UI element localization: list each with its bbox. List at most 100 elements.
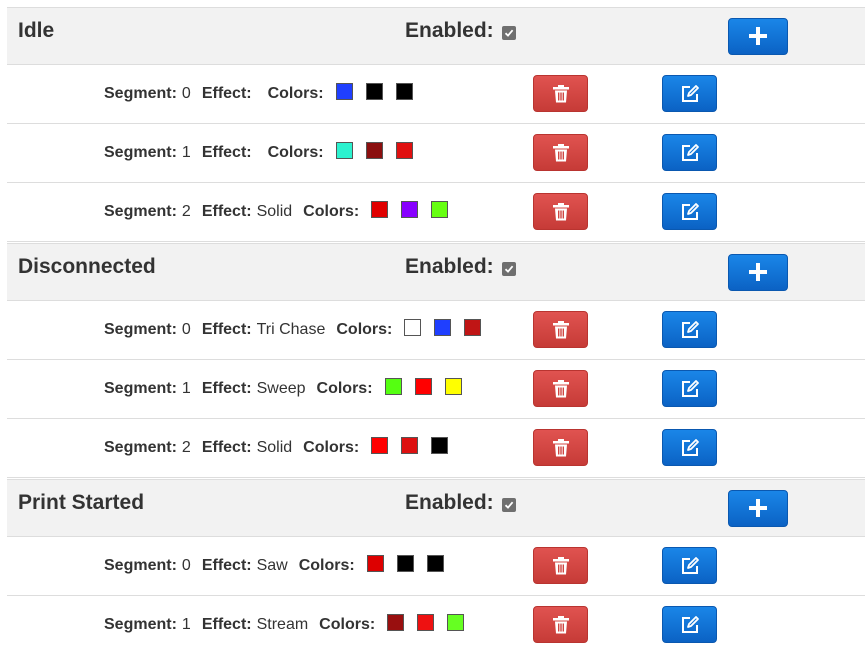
enabled-control: Enabled:	[405, 19, 516, 43]
edit-icon	[682, 557, 699, 574]
segment-info: Segment: 1 Effect: Sweep Colors:	[104, 360, 475, 418]
group-name: Print Started	[18, 491, 145, 514]
group-header: Disconnected Enabled:	[7, 243, 865, 301]
delete-segment-button[interactable]	[533, 311, 588, 348]
trash-icon	[553, 203, 569, 221]
segment-label: Segment:	[104, 144, 177, 161]
edit-segment-button[interactable]	[662, 606, 717, 643]
colors-label: Colors:	[336, 321, 393, 338]
color-swatch	[366, 554, 384, 572]
plus-icon	[749, 499, 767, 517]
effect-label: Effect:	[201, 144, 252, 161]
segment-info: Segment: 0 Effect: Colors:	[104, 65, 426, 123]
group-header: Idle Enabled:	[7, 7, 865, 65]
colors-label: Colors:	[298, 557, 355, 574]
color-swatch	[395, 82, 413, 100]
add-segment-button[interactable]	[728, 18, 788, 55]
effect-label: Effect:	[201, 557, 252, 574]
color-swatches	[404, 318, 494, 336]
delete-segment-button[interactable]	[533, 547, 588, 584]
enabled-checkbox[interactable]	[501, 26, 516, 40]
segment-label: Segment:	[104, 439, 177, 456]
segment-info: Segment: 1 Effect: Stream Colors:	[104, 596, 477, 653]
color-swatch	[387, 613, 405, 631]
edit-icon	[682, 203, 699, 220]
enabled-label: Enabled:	[405, 255, 494, 278]
segment-number: 1	[181, 616, 191, 633]
segment-row: Segment: 1 Effect: Stream Colors:	[7, 596, 865, 653]
trash-icon	[553, 439, 569, 457]
segment-row: Segment: 2 Effect: Solid Colors:	[7, 419, 865, 478]
color-swatch	[426, 554, 444, 572]
trash-icon	[553, 144, 569, 162]
checkmark-icon	[504, 29, 513, 37]
segment-info: Segment: 1 Effect: Colors:	[104, 124, 426, 182]
edit-segment-button[interactable]	[662, 370, 717, 407]
segment-row: Segment: 1 Effect: Colors:	[7, 124, 865, 183]
color-swatches	[335, 82, 426, 100]
segment-info: Segment: 0 Effect: Tri Chase Colors:	[104, 301, 494, 359]
checkmark-icon	[504, 501, 513, 509]
color-swatch	[431, 436, 449, 454]
edit-icon	[682, 616, 699, 633]
edit-icon	[682, 85, 699, 102]
delete-segment-button[interactable]	[533, 134, 588, 171]
effect-label: Effect:	[201, 439, 252, 456]
edit-icon	[682, 380, 699, 397]
edit-segment-button[interactable]	[662, 193, 717, 230]
edit-segment-button[interactable]	[662, 547, 717, 584]
trash-icon	[553, 85, 569, 103]
segment-number: 2	[181, 439, 191, 456]
colors-label: Colors:	[267, 144, 324, 161]
color-swatch	[401, 436, 419, 454]
add-segment-button[interactable]	[728, 490, 788, 527]
segment-number: 0	[181, 85, 191, 102]
delete-segment-button[interactable]	[533, 606, 588, 643]
segment-row: Segment: 0 Effect: Tri Chase Colors:	[7, 301, 865, 360]
color-swatch	[365, 82, 383, 100]
delete-segment-button[interactable]	[533, 370, 588, 407]
color-swatch	[444, 377, 462, 395]
color-swatches	[371, 436, 461, 454]
color-swatches	[366, 554, 457, 572]
segment-label: Segment:	[104, 321, 177, 338]
add-segment-button[interactable]	[728, 254, 788, 291]
effect-value: Saw	[256, 557, 288, 574]
edit-segment-button[interactable]	[662, 75, 717, 112]
enabled-control: Enabled:	[405, 255, 516, 279]
color-swatch	[431, 200, 449, 218]
enabled-label: Enabled:	[405, 491, 494, 514]
segment-label: Segment:	[104, 85, 177, 102]
enabled-checkbox[interactable]	[501, 498, 516, 512]
color-swatch	[434, 318, 452, 336]
group-header: Print Started Enabled:	[7, 479, 865, 537]
color-swatch	[447, 613, 465, 631]
edit-segment-button[interactable]	[662, 134, 717, 171]
color-swatch	[371, 436, 389, 454]
delete-segment-button[interactable]	[533, 75, 588, 112]
trash-icon	[553, 380, 569, 398]
colors-label: Colors:	[303, 439, 360, 456]
effect-label: Effect:	[201, 321, 252, 338]
segment-info: Segment: 2 Effect: Solid Colors:	[104, 183, 461, 241]
enabled-control: Enabled:	[405, 491, 516, 515]
group-name: Idle	[18, 19, 55, 42]
segment-info: Segment: 2 Effect: Solid Colors:	[104, 419, 461, 477]
segment-row: Segment: 0 Effect: Colors:	[7, 65, 865, 124]
segment-number: 1	[181, 380, 191, 397]
edit-segment-button[interactable]	[662, 311, 717, 348]
edit-segment-button[interactable]	[662, 429, 717, 466]
segment-number: 2	[181, 203, 191, 220]
delete-segment-button[interactable]	[533, 193, 588, 230]
color-swatch	[414, 377, 432, 395]
trash-icon	[553, 557, 569, 575]
color-swatch	[365, 141, 383, 159]
segment-row: Segment: 0 Effect: Saw Colors:	[7, 537, 865, 596]
effect-value: Sweep	[256, 380, 306, 397]
delete-segment-button[interactable]	[533, 429, 588, 466]
effect-label: Effect:	[201, 616, 252, 633]
colors-label: Colors:	[319, 616, 376, 633]
enabled-checkbox[interactable]	[501, 262, 516, 276]
segment-info: Segment: 0 Effect: Saw Colors:	[104, 537, 457, 595]
segment-number: 1	[181, 144, 191, 161]
